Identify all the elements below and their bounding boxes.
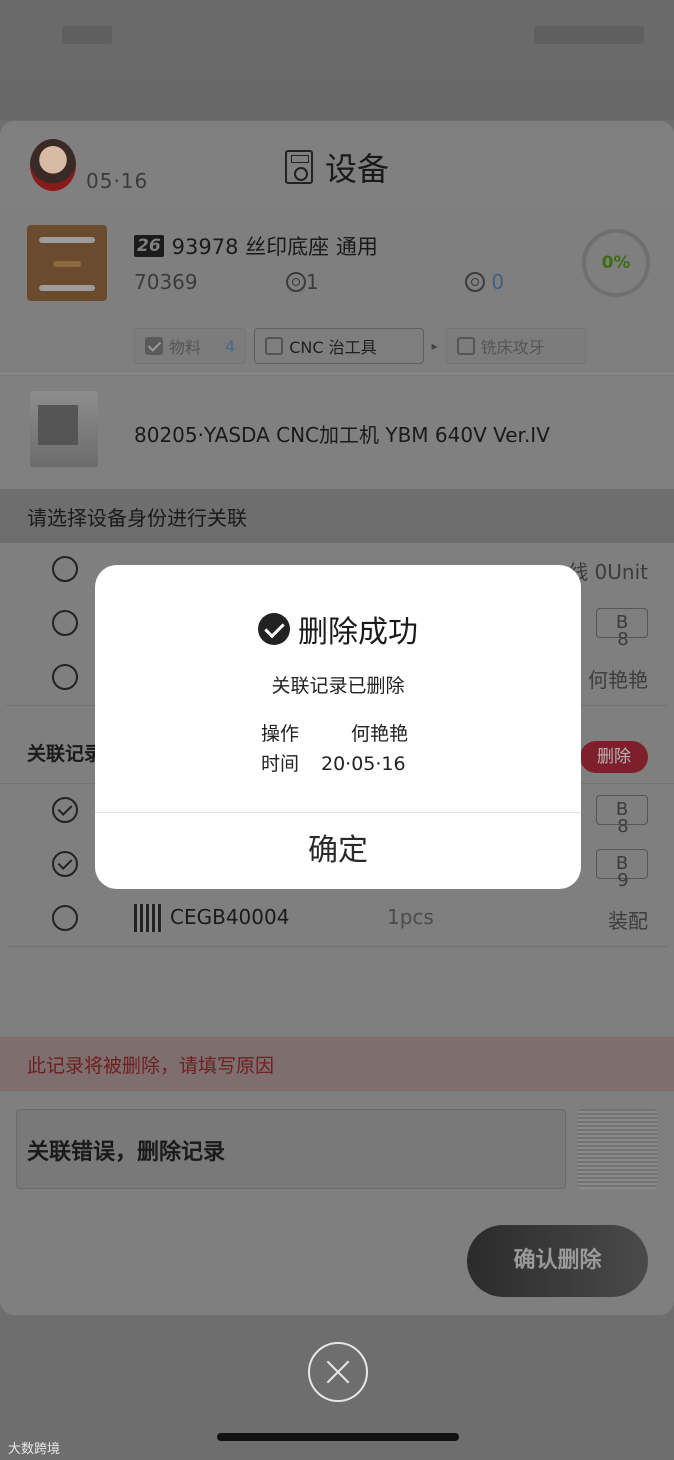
row-tag-sub: 8	[617, 816, 629, 837]
radio-button[interactable]	[52, 905, 78, 931]
select-section-header: 请选择设备身份进行关联	[0, 489, 674, 543]
chip-milling-tapping[interactable]: 铣床攻牙	[445, 328, 586, 364]
dialog-title: 删除成功	[298, 615, 418, 650]
chevron-right-icon: ▸	[431, 339, 438, 353]
row-tag-sub: 9	[617, 870, 629, 891]
dialog-meta: 操作 何艳艳 时间 20·05·16	[261, 719, 408, 779]
gear-stat-1[interactable]: 1	[286, 270, 319, 294]
page-title: 设备	[325, 150, 390, 188]
machine-row[interactable]: 80205·YASDA CNC加工机 YBM 640V Ver.IV	[0, 377, 674, 489]
avatar[interactable]	[30, 139, 76, 191]
operator-label: 操作	[261, 723, 300, 745]
status-time	[62, 26, 112, 44]
radio-button[interactable]	[52, 797, 78, 823]
sheet-header: 05·16 设备	[0, 121, 674, 206]
product-code: 70369	[134, 270, 198, 294]
row-tag-sub: 8	[617, 629, 629, 650]
select-section-title: 请选择设备身份进行关联	[27, 505, 247, 530]
dialog-ok-button[interactable]: 确定	[95, 813, 581, 889]
gear-icon	[465, 272, 485, 292]
item-quantity: 1pcs	[387, 905, 434, 929]
watermark: 大数跨境	[8, 1442, 61, 1457]
radio-button[interactable]	[52, 556, 78, 582]
delete-warning-text: 此记录将被删除，请填写原因	[27, 1054, 275, 1077]
list-item[interactable]: CEGB40004 1pcs 装配	[6, 892, 668, 947]
dialog-operator-row: 操作 何艳艳	[261, 719, 408, 749]
chip-label: 铣床攻牙	[480, 338, 545, 357]
assoc-section-title: 关联记录	[27, 743, 104, 765]
dialog-title-row: 删除成功	[95, 607, 581, 651]
thumb-slot	[39, 285, 95, 291]
status-bar	[0, 0, 674, 80]
gear-stat-2[interactable]: 0	[465, 270, 504, 294]
delete-button[interactable]: 删除	[580, 741, 648, 773]
radio-button[interactable]	[52, 664, 78, 690]
delete-warning-bar: 此记录将被删除，请填写原因	[0, 1037, 674, 1091]
header-date: 05·16	[86, 169, 149, 193]
thumb-slot	[39, 237, 95, 243]
machine-label: 80205·YASDA CNC加工机 YBM 640V Ver.IV	[134, 423, 550, 447]
row-tag: B9	[596, 849, 648, 890]
title-group: 设备	[285, 147, 390, 188]
chip-cnc-tooling[interactable]: CNC 治工具	[254, 328, 424, 364]
chip-count: 4	[225, 336, 236, 356]
device-icon	[285, 150, 313, 184]
product-title-row: 26 93978 丝印底座 通用	[134, 231, 378, 261]
chip-label: CNC 治工具	[289, 338, 377, 357]
close-icon[interactable]	[308, 1342, 368, 1402]
background-navbar	[0, 80, 674, 120]
dialog-subtitle: 关联记录已删除	[271, 675, 405, 697]
progress-value: 0%	[601, 253, 631, 273]
product-meta-row: 70369 1 0	[134, 270, 534, 298]
product-name: 93978 丝印底座 通用	[171, 235, 378, 259]
confirm-delete-button[interactable]: 确认删除	[467, 1225, 648, 1297]
row-right-text: 何艳艳	[588, 668, 648, 692]
product-card[interactable]: 26 93978 丝印底座 通用 70369 1 0 0% 物料 4 CNC 治…	[0, 205, 674, 374]
checkbox-icon	[145, 337, 163, 355]
time-value: 20·05·16	[321, 753, 406, 775]
home-indicator[interactable]	[217, 1433, 459, 1441]
gear-count-1: 1	[306, 270, 319, 294]
row-right-text: 装配	[608, 909, 648, 933]
product-thumbnail	[27, 225, 107, 301]
radio-button[interactable]	[52, 610, 78, 636]
process-chips: 物料 4 CNC 治工具 ▸ 铣床攻牙	[134, 327, 586, 365]
operator-value: 何艳艳	[351, 723, 409, 745]
progress-ring: 0%	[582, 229, 650, 297]
dialog-time-row: 时间 20·05·16	[261, 749, 408, 779]
product-number-badge: 26	[134, 235, 164, 257]
machine-image	[30, 391, 98, 467]
attachment-thumbnail[interactable]	[577, 1109, 657, 1189]
checkbox-icon	[265, 337, 284, 355]
time-label: 时间	[261, 753, 300, 775]
radio-button[interactable]	[52, 851, 78, 877]
row-tag: B8	[596, 608, 648, 649]
status-icons	[534, 26, 644, 44]
gear-icon	[286, 272, 306, 292]
item-code: CEGB40004	[170, 905, 290, 929]
qr-code-icon	[134, 904, 162, 932]
thumb-slot	[53, 261, 81, 267]
checkbox-icon	[456, 337, 475, 355]
row-tag: B8	[596, 795, 648, 836]
success-dialog: 删除成功 关联记录已删除 操作 何艳艳 时间 20·05·16 确定	[95, 565, 581, 889]
check-circle-icon	[258, 613, 290, 645]
gear-count-2: 0	[491, 270, 505, 294]
chip-material[interactable]: 物料 4	[134, 328, 247, 364]
reason-input[interactable]: 关联错误，删除记录	[16, 1109, 566, 1189]
chip-label: 物料	[169, 338, 202, 357]
